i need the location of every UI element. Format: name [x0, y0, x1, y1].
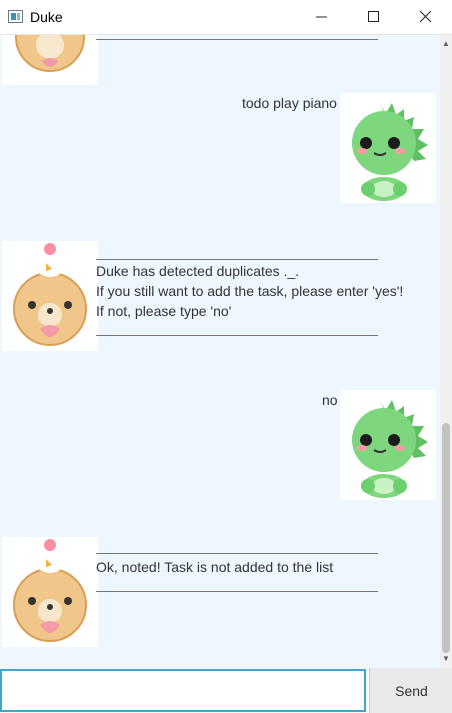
duke-avatar	[2, 241, 98, 351]
input-area: Send	[0, 668, 452, 713]
scroll-up-icon[interactable]: ▲	[440, 37, 452, 51]
maximize-icon	[368, 11, 379, 22]
window-title: Duke	[30, 9, 63, 25]
close-button[interactable]	[400, 0, 452, 34]
close-icon	[420, 11, 432, 23]
user-avatar	[340, 93, 436, 203]
separator-line	[96, 591, 378, 592]
duke-message-line: Ok, noted! Task is not added to the list	[96, 559, 334, 575]
minimize-button[interactable]	[296, 0, 348, 34]
scrollbar-thumb[interactable]	[442, 423, 450, 653]
dog-avatar-icon	[13, 243, 87, 346]
duke-message-line: If not, please type 'no'	[96, 303, 232, 319]
separator-line	[96, 553, 378, 554]
duke-message-line: Duke has detected duplicates ._.	[96, 263, 300, 279]
dog-avatar-icon	[13, 539, 87, 642]
duke-avatar	[2, 35, 98, 85]
app-icon	[8, 10, 23, 23]
message-input[interactable]	[0, 669, 366, 712]
send-button[interactable]: Send	[369, 668, 452, 713]
scroll-down-icon[interactable]: ▼	[440, 652, 452, 666]
separator-line	[96, 335, 378, 336]
user-avatar	[340, 390, 436, 500]
separator-line	[96, 39, 378, 40]
separator-line	[96, 259, 378, 260]
minimize-icon	[316, 16, 327, 18]
dinosaur-avatar-icon	[352, 400, 428, 498]
chat-area[interactable]: todo play piano Duke has detected duplic…	[0, 35, 440, 668]
duke-message-line: If you still want to add the task, pleas…	[96, 283, 404, 299]
user-message: no	[322, 392, 338, 408]
title-bar: Duke	[0, 0, 452, 35]
vertical-scrollbar[interactable]: ▲ ▼	[440, 35, 452, 668]
user-message: todo play piano	[242, 95, 337, 111]
duke-avatar	[2, 537, 98, 647]
dog-avatar-icon	[15, 35, 85, 72]
maximize-button[interactable]	[348, 0, 400, 34]
dinosaur-avatar-icon	[352, 103, 428, 201]
